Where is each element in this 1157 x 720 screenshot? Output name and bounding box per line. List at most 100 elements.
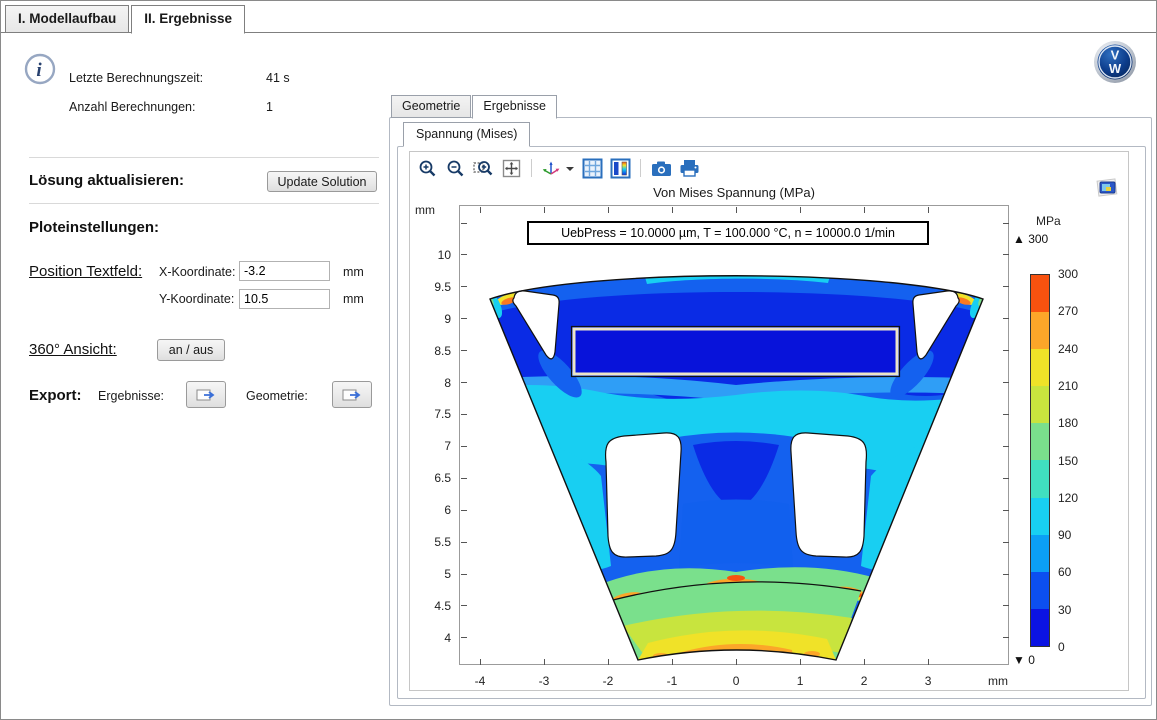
y-tick [461,254,467,255]
y-tick-label: 10 [438,248,451,262]
y-tick-label: 5 [444,567,451,581]
computation-count-label: Anzahl Berechnungen: [69,100,195,114]
y-tick-label: 8.5 [434,344,451,358]
tab-ergebnisse[interactable]: II. Ergebnisse [131,5,245,34]
colorbar-tick-label: 150 [1058,454,1078,468]
y-tick [461,286,467,287]
y-tick-label: 6 [444,503,451,517]
x-tick [864,659,865,665]
x-tick [928,659,929,665]
zoom-box-icon[interactable] [472,157,494,179]
y-coordinate-label: Y-Koordinate: [159,292,234,306]
colorbar-unit: MPa [1036,214,1061,228]
export-results-label: Ergebnisse: [98,389,164,403]
y-tick [1003,382,1009,383]
x-coordinate-unit: mm [343,265,364,279]
plot-window-icon[interactable] [1094,178,1120,200]
colorbar-segment [1031,498,1049,535]
axis-orientation-icon[interactable] [541,157,575,179]
y-tick [1003,446,1009,447]
x-tick [800,659,801,665]
toolbar-separator [531,159,532,177]
y-tick [1003,254,1009,255]
colorbar-tick-label: 180 [1058,416,1078,430]
x-tick [672,207,673,213]
y-tick [1003,223,1009,224]
view-360-toggle-button[interactable]: an / aus [157,339,225,361]
y-tick [1003,542,1009,543]
x-tick-label: -3 [539,674,550,688]
plot-tab-spannung-mises[interactable]: Spannung (Mises) [403,122,530,147]
viewer-tab-ergebnisse[interactable]: Ergebnisse [472,95,557,119]
main-tabbar: I. Modellaufbau II. Ergebnisse [5,5,247,34]
x-coordinate-input[interactable] [239,261,330,281]
colorbar-tick-label: 0 [1058,640,1065,654]
tab-modellaufbau[interactable]: I. Modellaufbau [5,5,129,33]
y-coordinate-unit: mm [343,292,364,306]
y-tick [461,350,467,351]
x-tick [544,659,545,665]
plot-frame: UebPress = 10.0000 µm, T = 100.000 °C, n… [459,205,1009,665]
colorbar-segment [1031,386,1049,423]
y-tick [461,318,467,319]
y-coordinate-input[interactable] [239,289,330,309]
colorbar-max-marker: ▲ 300 [1013,232,1048,246]
svg-text:W: W [1109,61,1122,76]
x-tick-label: -4 [475,674,486,688]
text-position-label: Position Textfeld: [29,263,142,280]
y-tick [461,605,467,606]
zoom-in-icon[interactable] [416,157,438,179]
y-tick [461,542,467,543]
colorbar-segment [1031,572,1049,609]
colorbar-tick-label: 270 [1058,304,1078,318]
x-tick [800,207,801,213]
x-tick [672,659,673,665]
grid-toggle-icon[interactable] [581,157,603,179]
graphics-canvas[interactable]: Von Mises Spannung (MPa) mm [409,151,1129,691]
y-tick [461,478,467,479]
y-tick [1003,510,1009,511]
magnet-pocket [574,329,897,374]
y-tick [1003,414,1009,415]
zoom-extents-icon[interactable] [500,157,522,179]
info-icon: i [24,53,56,85]
colorbar-segment [1031,609,1049,646]
divider [29,157,379,158]
y-tick-label: 5.5 [434,535,451,549]
x-tick [544,207,545,213]
legend-toggle-icon[interactable] [609,157,631,179]
svg-text:i: i [36,60,42,81]
snapshot-icon[interactable] [650,157,672,179]
colorbar-tick-label: 300 [1058,267,1078,281]
export-geometry-button[interactable] [332,381,372,408]
colorbar-tick-label: 120 [1058,491,1078,505]
print-icon[interactable] [678,157,700,179]
x-coordinate-label: X-Koordinate: [159,265,235,279]
y-tick-label: 7 [444,439,451,453]
y-tick [461,382,467,383]
colorbar-min-marker: ▼ 0 [1013,653,1035,667]
view-360-label: 360° Ansicht: [29,341,117,358]
stress-plot-geometry [460,206,1010,666]
y-tick [1003,478,1009,479]
y-tick [461,414,467,415]
x-tick [480,659,481,665]
plot-title: Von Mises Spannung (MPa) [459,185,1009,200]
colorbar-segment [1031,275,1049,312]
zoom-out-icon[interactable] [444,157,466,179]
export-icon [196,388,216,402]
x-tick [608,659,609,665]
update-solution-button[interactable]: Update Solution [267,171,377,192]
colorbar-segment [1031,423,1049,460]
colorbar-tick-label: 60 [1058,565,1071,579]
y-tick-label: 8 [444,376,451,390]
y-tick [1003,318,1009,319]
colorbar [1030,274,1050,647]
viewer-tab-geometrie[interactable]: Geometrie [391,95,471,118]
vw-logo: V W [1093,40,1137,84]
x-tick-label: -1 [667,674,678,688]
x-tick-label: 0 [733,674,740,688]
plot-annotation: UebPress = 10.0000 µm, T = 100.000 °C, n… [527,221,929,245]
export-results-button[interactable] [186,381,226,408]
toolbar-separator [640,159,641,177]
